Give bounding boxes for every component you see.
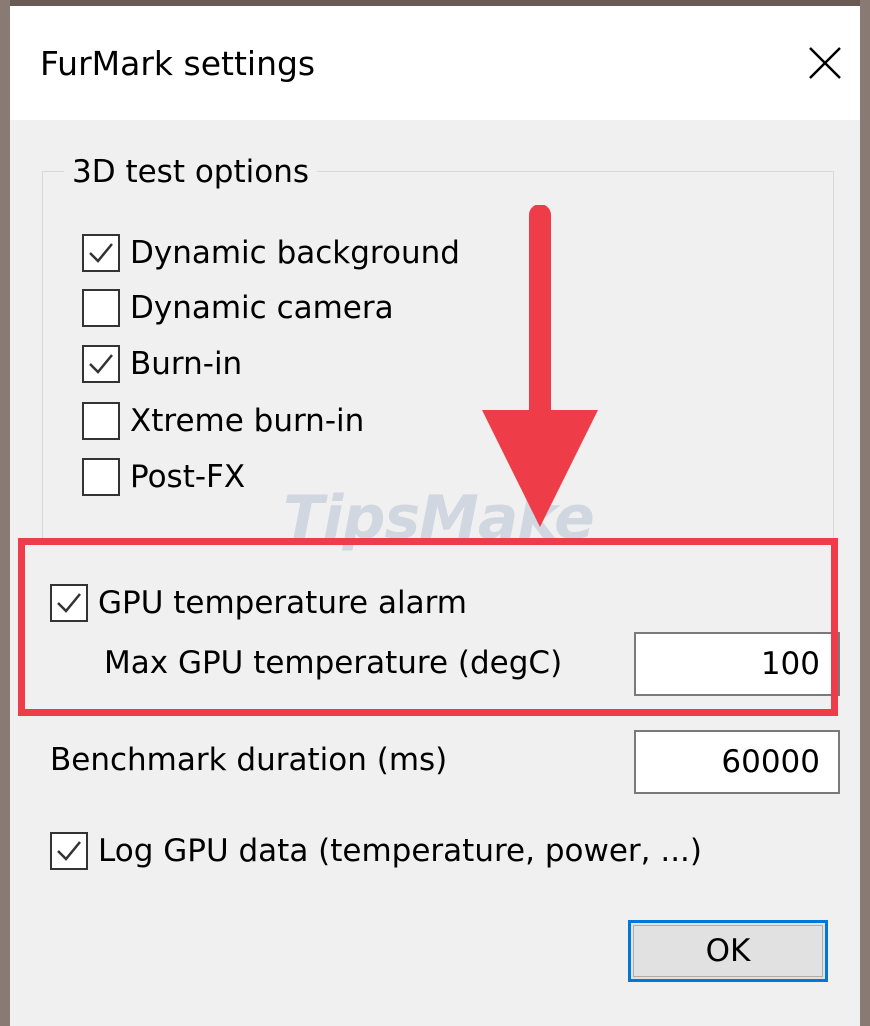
close-icon	[809, 47, 841, 79]
checkbox-label: Dynamic camera	[130, 290, 394, 326]
screenshot-frame: FurMark settings 3D test options Dynamic…	[0, 0, 870, 1026]
checkbox-dynamic-background[interactable]: Dynamic background	[82, 232, 460, 274]
checkbox-label: Xtreme burn-in	[130, 403, 365, 439]
checkbox-box[interactable]	[82, 402, 120, 440]
checkbox-box[interactable]	[82, 289, 120, 327]
checkmark-icon	[89, 243, 113, 263]
background-window-edge-left	[0, 0, 10, 1026]
ok-button[interactable]: OK	[628, 920, 828, 982]
benchmark-duration-label: Benchmark duration (ms)	[50, 742, 448, 778]
max-gpu-temperature-input[interactable]: 100	[634, 632, 840, 696]
checkbox-box[interactable]	[82, 345, 120, 383]
checkmark-icon	[57, 593, 81, 613]
checkbox-log-gpu-data[interactable]: Log GPU data (temperature, power, ...)	[50, 830, 702, 872]
group-title: 3D test options	[64, 154, 318, 190]
background-window-edge-right	[860, 0, 870, 1026]
window-title: FurMark settings	[40, 44, 316, 83]
checkbox-dynamic-camera[interactable]: Dynamic camera	[82, 287, 394, 329]
checkmark-icon	[57, 841, 81, 861]
checkbox-label: Log GPU data (temperature, power, ...)	[98, 833, 703, 869]
checkbox-box[interactable]	[82, 458, 120, 496]
checkbox-box[interactable]	[82, 234, 120, 272]
ok-button-label: OK	[705, 933, 751, 969]
benchmark-duration-input[interactable]: 60000	[634, 730, 840, 794]
checkmark-icon	[89, 354, 113, 374]
checkbox-label: Dynamic background	[130, 235, 460, 271]
checkbox-label: GPU temperature alarm	[98, 585, 467, 621]
checkbox-burn-in[interactable]: Burn-in	[82, 343, 242, 385]
max-gpu-temperature-label: Max GPU temperature (degC)	[104, 645, 563, 681]
checkbox-xtreme-burn-in[interactable]: Xtreme burn-in	[82, 400, 364, 442]
checkbox-gpu-temperature-alarm[interactable]: GPU temperature alarm	[50, 582, 467, 624]
checkbox-label: Post-FX	[130, 459, 246, 495]
close-button[interactable]	[790, 28, 860, 98]
checkbox-post-fx[interactable]: Post-FX	[82, 456, 245, 498]
title-bar: FurMark settings	[10, 6, 860, 120]
checkbox-label: Burn-in	[130, 346, 243, 382]
checkbox-box[interactable]	[50, 584, 88, 622]
checkbox-box[interactable]	[50, 832, 88, 870]
